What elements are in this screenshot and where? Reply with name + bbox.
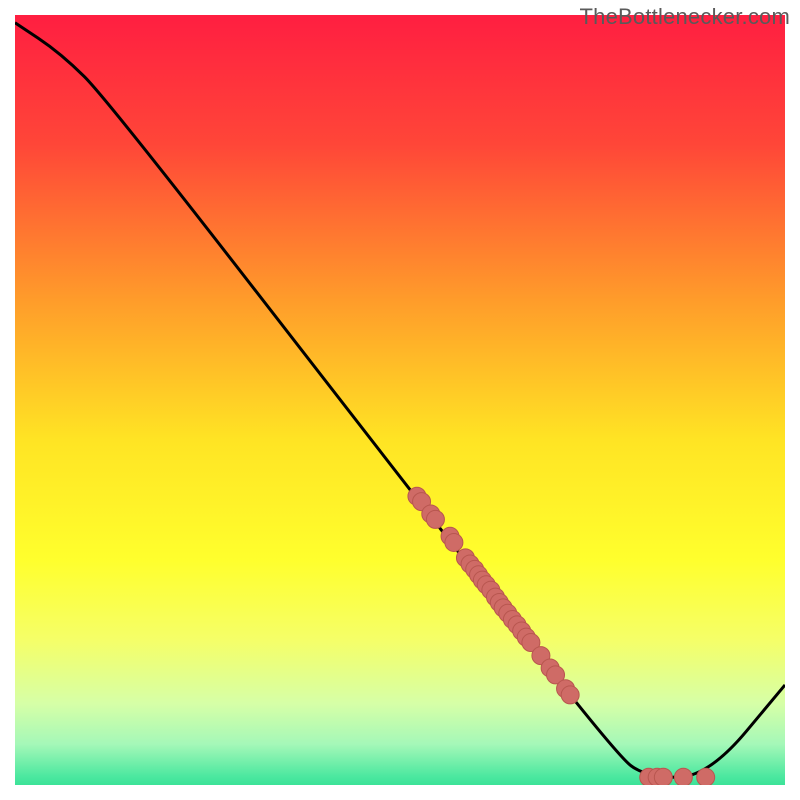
scatter-point (561, 686, 579, 704)
scatter-point (445, 533, 463, 551)
scatter-point (697, 768, 715, 786)
watermark-text: TheBottlenecker.com (580, 4, 790, 30)
scatter-point (426, 510, 444, 528)
chart-container: TheBottlenecker.com (0, 0, 800, 800)
bottleneck-chart (0, 0, 800, 800)
scatter-point (654, 768, 672, 786)
scatter-point (674, 768, 692, 786)
